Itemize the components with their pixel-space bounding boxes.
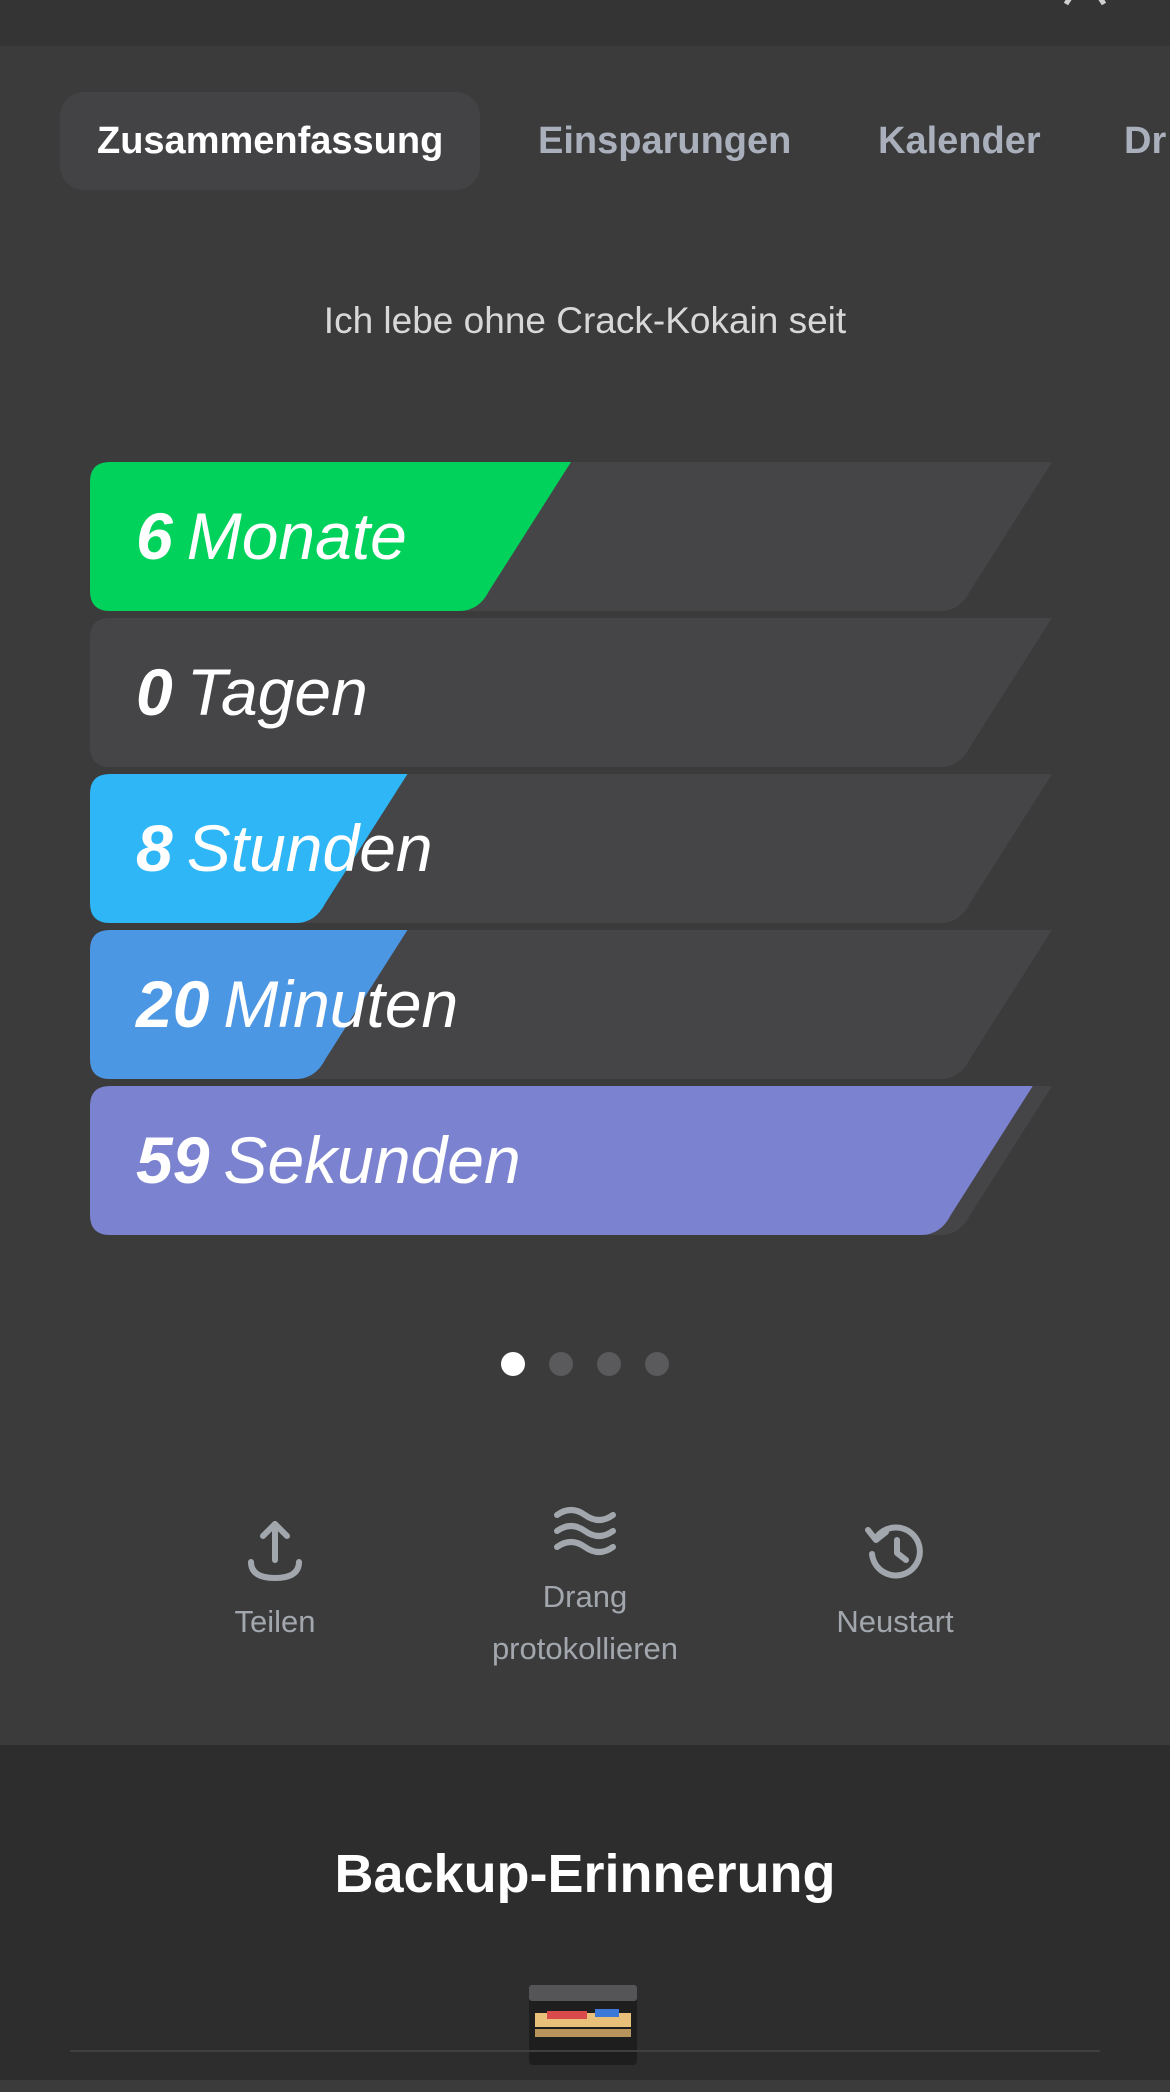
tab-zusammenfassung[interactable]: Zusammenfassung [60, 92, 481, 190]
restart-label: Neustart [836, 1604, 954, 1639]
page-indicator[interactable] [0, 1352, 1170, 1378]
log-urge-button[interactable]: Drang protokollieren [455, 1505, 715, 1675]
counter-hours: 8 Stunden [90, 774, 1052, 923]
share-button[interactable]: Teilen [205, 1520, 345, 1648]
tab-einsparungen[interactable]: Einsparungen [538, 92, 791, 190]
days-unit: Tagen [186, 655, 368, 729]
restart-history-icon [865, 1524, 923, 1579]
page-dot[interactable] [597, 1352, 621, 1376]
hours-unit: Stunden [186, 811, 433, 885]
counter-minutes: 20 Minuten [90, 930, 1052, 1079]
minutes-value: 20 [136, 967, 210, 1041]
counter-seconds: 59 Sekunden [90, 1086, 1052, 1235]
hours-value: 8 [136, 811, 173, 885]
seconds-unit: Sekunden [223, 1123, 521, 1197]
minutes-unit: Minuten [223, 967, 459, 1041]
months-value: 6 [136, 499, 173, 573]
page-dot[interactable] [501, 1352, 525, 1376]
share-label: Teilen [234, 1604, 316, 1639]
sobriety-subtitle: Ich lebe ohne Crack-Kokain seit [323, 300, 847, 341]
log-urge-label-line1: Drang [542, 1579, 628, 1614]
backup-reminder-title: Backup-Erinnerung [334, 1844, 836, 1904]
share-upload-icon [248, 1521, 302, 1582]
profile-icon[interactable] [1060, 0, 1110, 15]
tab-dr[interactable]: Dr [1124, 92, 1166, 190]
log-urge-label-line2: protokollieren [491, 1631, 679, 1666]
page-dot[interactable] [549, 1352, 573, 1376]
tab-bar: Zusammenfassung Einsparungen Kalender Dr [0, 92, 1170, 190]
days-value: 0 [136, 655, 173, 729]
counter-days: 0 Tagen [90, 618, 1052, 767]
shield-icon[interactable] [885, 0, 925, 13]
backup-reminder-panel: Backup-Erinnerung [0, 1745, 1170, 2080]
tab-kalender[interactable]: Kalender [878, 92, 1041, 190]
seconds-value: 59 [136, 1123, 210, 1197]
page-dot[interactable] [645, 1352, 669, 1376]
months-unit: Monate [186, 499, 407, 573]
bottom-tab-bar [70, 2050, 1100, 2092]
waves-icon [554, 1507, 616, 1555]
counter-months: 6 Monate [90, 462, 1052, 611]
top-bar [0, 0, 1170, 46]
restart-button[interactable]: Neustart [815, 1520, 975, 1648]
